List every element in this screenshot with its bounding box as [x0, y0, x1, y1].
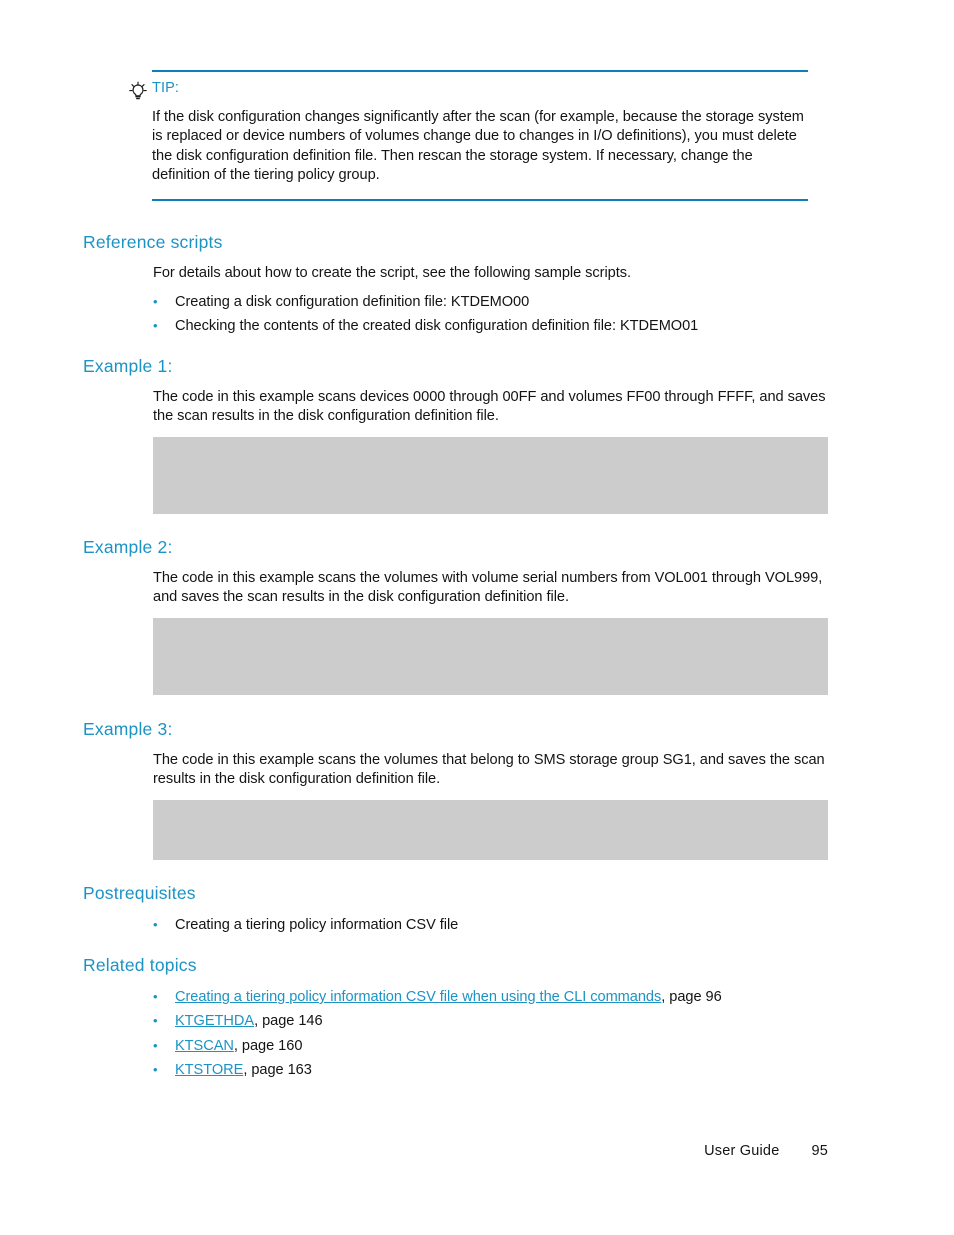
bullet-icon: •: [153, 318, 158, 334]
list-item-label: Creating a tiering policy information CS…: [175, 917, 459, 933]
example-3-description: The code in this example scans the volum…: [153, 752, 825, 788]
list-item: • Creating a disk configuration definiti…: [153, 290, 843, 314]
related-topic-entry: KTGETHDA, page 146: [175, 1010, 843, 1033]
related-topic-entry: KTSTORE, page 163: [175, 1059, 843, 1082]
related-topic-page: , page 146: [254, 1013, 323, 1030]
list-item: • Checking the contents of the created d…: [153, 314, 843, 338]
related-topic-link[interactable]: KTSCAN: [175, 1038, 234, 1054]
reference-scripts-bullets: • Creating a disk configuration definiti…: [153, 290, 843, 339]
document-page: TIP: If the disk configuration changes s…: [0, 0, 954, 1235]
bullet-icon: •: [153, 1037, 158, 1053]
list-item: • Creating a tiering policy information …: [153, 913, 843, 937]
related-topic-page: , page 96: [661, 989, 722, 1005]
list-item: • KTSTORE, page 163: [153, 1058, 843, 1082]
heading-example-1: Example 1:: [83, 356, 173, 376]
bullet-icon: •: [153, 1013, 158, 1029]
related-topic-entry: Creating a tiering policy information CS…: [175, 986, 843, 1009]
bullet-icon: •: [153, 1061, 158, 1077]
heading-reference-scripts: Reference scripts: [83, 232, 223, 252]
reference-scripts-intro: For details about how to create the scri…: [153, 265, 631, 281]
example-2-description: The code in this example scans the volum…: [153, 570, 823, 606]
related-topic-entry: KTSCAN, page 160: [175, 1035, 843, 1058]
tip-callout: TIP: If the disk configuration changes s…: [128, 70, 808, 202]
related-topic-link[interactable]: KTGETHDA: [175, 1013, 254, 1029]
page-footer: User Guide 95: [0, 1143, 954, 1159]
related-topic-link[interactable]: KTSTORE: [175, 1062, 243, 1078]
tip-header: TIP:: [128, 80, 808, 101]
lightbulb-icon: [128, 81, 148, 101]
related-topic-page: , page 163: [243, 1061, 312, 1078]
bullet-icon: •: [153, 917, 158, 932]
list-item-label: Checking the contents of the created dis…: [175, 318, 699, 335]
tip-top-rule: [152, 70, 808, 72]
example-1-description: The code in this example scans devices 0…: [153, 389, 826, 425]
tip-label: TIP:: [152, 80, 179, 96]
heading-example-2: Example 2:: [83, 537, 173, 557]
bullet-icon: •: [153, 989, 158, 1004]
example-3-code-block: [153, 800, 828, 860]
tip-bottom-rule: [152, 199, 808, 202]
list-item: • Creating a tiering policy information …: [153, 985, 843, 1009]
related-topic-page: , page 160: [233, 1037, 303, 1054]
tip-body-text: If the disk configuration changes signif…: [152, 109, 804, 183]
related-topic-link[interactable]: Creating a tiering policy information CS…: [175, 989, 661, 1005]
list-item: • KTSCAN, page 160: [153, 1034, 843, 1058]
list-item-label: Creating a disk configuration definition…: [175, 294, 530, 310]
bullet-icon: •: [153, 294, 158, 309]
example-1-code-block: [153, 437, 828, 514]
heading-example-3: Example 3:: [83, 719, 173, 739]
postrequisites-bullets: • Creating a tiering policy information …: [153, 913, 843, 937]
heading-postrequisites: Postrequisites: [83, 883, 196, 903]
heading-related-topics: Related topics: [83, 955, 197, 975]
footer-page-number: 95: [811, 1143, 828, 1159]
footer-document-title: User Guide: [704, 1143, 780, 1159]
related-topics-list: • Creating a tiering policy information …: [153, 985, 843, 1082]
list-item: • KTGETHDA, page 146: [153, 1009, 843, 1033]
example-2-code-block: [153, 618, 828, 695]
